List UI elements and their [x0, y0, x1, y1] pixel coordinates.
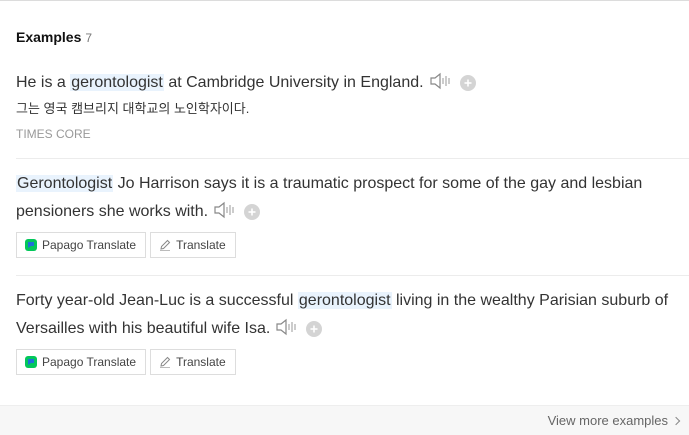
- korean-translation: 그는 영국 캠브리지 대학교의 노인학자이다.: [16, 101, 250, 116]
- example-sentence: Gerontologist Jo Harrison says it is a t…: [16, 170, 689, 226]
- translate-button[interactable]: Translate: [150, 349, 236, 375]
- add-to-wordbook-icon[interactable]: [459, 73, 476, 91]
- highlighted-word[interactable]: gerontologist: [297, 292, 392, 309]
- translate-label: Translate: [176, 238, 226, 252]
- highlighted-word[interactable]: gerontologist: [70, 74, 164, 91]
- translate-button[interactable]: Translate: [150, 232, 236, 258]
- pencil-icon: [159, 356, 171, 368]
- sentence-text: Forty year-old Jean-Luc is a successful: [16, 292, 298, 309]
- examples-header: Examples 7: [16, 29, 92, 47]
- papago-icon: [25, 356, 37, 368]
- sentence-text: at Cambridge University in England.: [163, 74, 424, 91]
- divider: [16, 158, 689, 159]
- speaker-icon[interactable]: [276, 318, 298, 336]
- section-title: Examples: [16, 29, 82, 45]
- sentence-text: He is a: [16, 74, 71, 91]
- add-to-wordbook-icon[interactable]: [306, 319, 323, 337]
- translate-buttons: Papago Translate Translate: [16, 349, 689, 375]
- speaker-icon[interactable]: [429, 72, 452, 90]
- papago-translate-label: Papago Translate: [42, 238, 137, 252]
- divider: [16, 275, 689, 276]
- example-count: 7: [85, 31, 93, 45]
- pencil-icon: [159, 239, 171, 251]
- add-to-wordbook-icon[interactable]: [244, 202, 261, 220]
- papago-translate-label: Papago Translate: [42, 355, 137, 369]
- highlighted-word[interactable]: Gerontologist: [16, 175, 114, 192]
- speaker-icon[interactable]: [214, 201, 236, 219]
- papago-translate-button[interactable]: Papago Translate: [16, 232, 147, 258]
- example-sentence: He is a gerontologist at Cambridge Unive…: [16, 69, 689, 97]
- example-sentence: Forty year-old Jean-Luc is a successful …: [16, 287, 689, 343]
- example-item: Gerontologist Jo Harrison says it is a t…: [16, 170, 689, 258]
- top-border: [0, 0, 689, 1]
- papago-icon: [25, 239, 37, 251]
- footer-bar: View more examples: [0, 405, 689, 435]
- example-item: Forty year-old Jean-Luc is a successful …: [16, 287, 689, 375]
- view-more-examples-link[interactable]: View more examples: [547, 413, 681, 428]
- example-source: TIMES CORE: [16, 127, 91, 141]
- translate-label: Translate: [176, 355, 226, 369]
- papago-translate-button[interactable]: Papago Translate: [16, 349, 147, 375]
- view-more-label: View more examples: [547, 413, 668, 428]
- translate-buttons: Papago Translate Translate: [16, 232, 689, 258]
- example-item: He is a gerontologist at Cambridge Unive…: [16, 69, 689, 141]
- chevron-right-icon: [671, 416, 681, 425]
